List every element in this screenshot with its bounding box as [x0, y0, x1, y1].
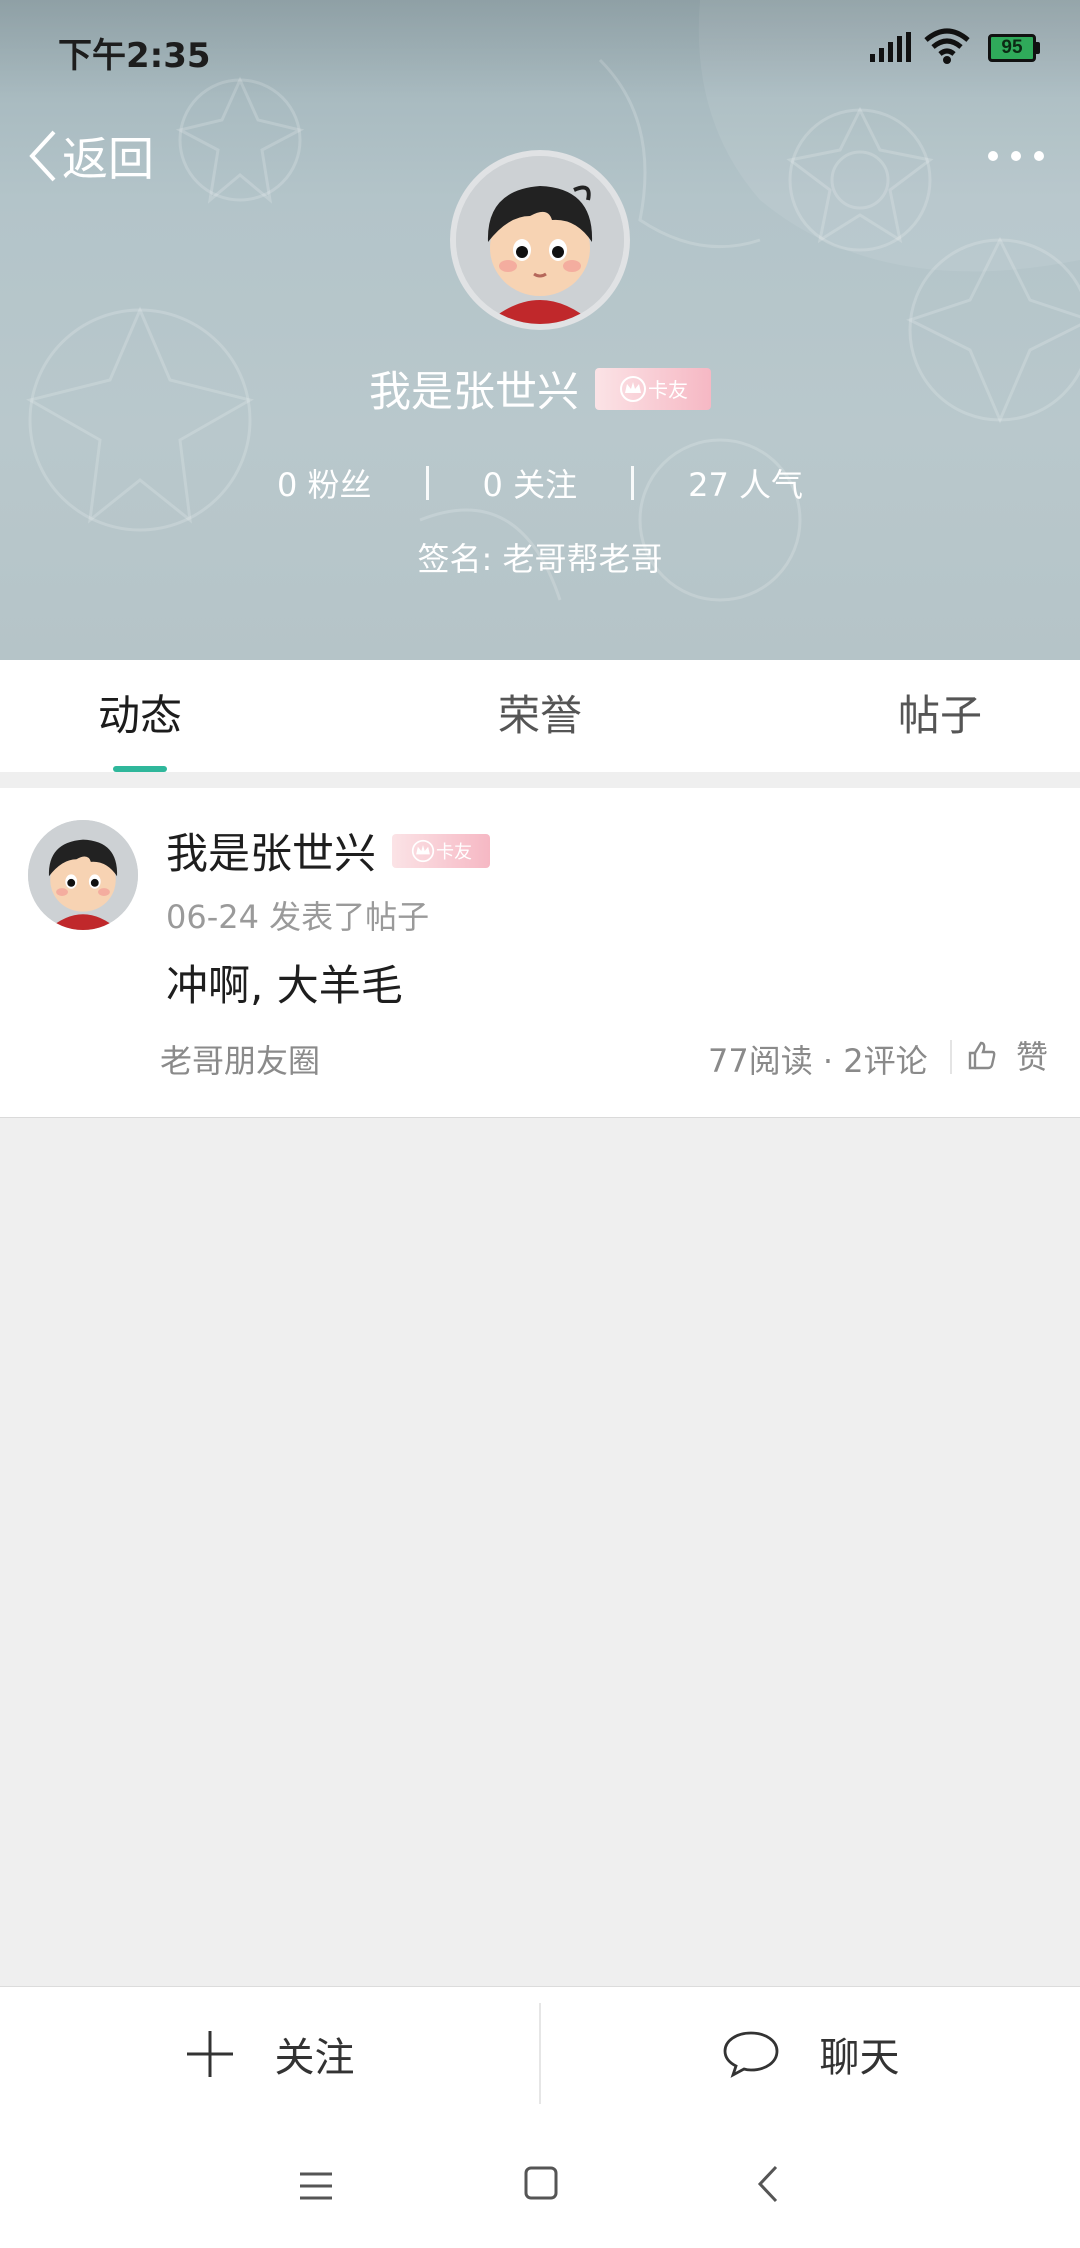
battery-icon: 95: [988, 34, 1036, 62]
stat-divider: [631, 466, 635, 500]
like-button[interactable]: 赞: [966, 1032, 1048, 1078]
tab-label: 荣誉: [497, 691, 582, 740]
chat-label: 聊天: [819, 2034, 900, 2081]
active-tab-indicator: [113, 766, 167, 772]
tab-honors[interactable]: 荣誉: [400, 660, 680, 772]
avatar-illustration: [456, 156, 624, 324]
post-author-avatar[interactable]: [28, 820, 138, 930]
profile-name: 我是张世兴: [368, 367, 579, 416]
follow-button[interactable]: 关注: [0, 1987, 539, 2120]
more-icon[interactable]: [988, 146, 1044, 166]
status-bar: 下午2:35 95: [0, 0, 1080, 100]
chat-button[interactable]: 聊天: [541, 1987, 1080, 2120]
crown-icon: [620, 375, 646, 402]
tab-label: 帖子: [897, 691, 982, 740]
profile-signature: 签名: 老哥帮老哥: [417, 540, 663, 578]
back-label: 返回: [62, 132, 154, 186]
member-badge: 卡友: [595, 367, 711, 410]
stat-divider: [425, 466, 429, 500]
back-chevron-icon: [29, 130, 56, 182]
wifi-icon: [924, 28, 970, 64]
post-divider: [950, 1040, 952, 1074]
profile-tabs: 动态 荣誉 帖子: [0, 660, 1080, 772]
popularity-count: 27 人气: [688, 466, 803, 504]
like-label: 赞: [1016, 1038, 1049, 1076]
member-badge: 卡友: [392, 833, 491, 868]
profile-name-row: 我是张世兴 卡友: [0, 358, 1080, 419]
nav-home-icon[interactable]: [524, 2166, 558, 2200]
member-badge-label: 卡友: [436, 841, 473, 863]
nav-menu-icon[interactable]: [298, 2170, 334, 2202]
fans-count[interactable]: 0 粉丝: [223, 460, 426, 506]
profile-header: 下午2:35 95 返回 我是张世兴 卡友 0 粉丝 0 关注 27 人气 签名…: [0, 0, 1080, 660]
post-content[interactable]: 冲啊, 大羊毛: [166, 952, 403, 1013]
back-button[interactable]: 返回: [26, 126, 154, 186]
profile-stats: 0 粉丝 0 关注 27 人气: [0, 460, 1080, 506]
tab-activity[interactable]: 动态: [0, 660, 400, 772]
post-stats: 77阅读 · 2评论: [708, 1042, 928, 1080]
system-nav-bar: [0, 2120, 1080, 2248]
status-time: 下午2:35: [58, 36, 211, 76]
feed-item[interactable]: 我是张世兴 卡友 06-24 发表了帖子 冲啊, 大羊毛 老哥朋友圈 77阅读 …: [0, 788, 1080, 1118]
profile-avatar[interactable]: [450, 150, 630, 330]
crown-icon: [411, 839, 435, 862]
nav-back-icon[interactable]: [756, 2164, 780, 2204]
post-author-name[interactable]: 我是张世兴: [166, 820, 376, 881]
post-author-row: 我是张世兴 卡友: [166, 820, 491, 881]
plus-icon: [186, 2030, 233, 2077]
tab-label: 动态: [97, 691, 182, 740]
post-circle-link[interactable]: 老哥朋友圈: [160, 1036, 320, 1082]
thumbs-up-icon: [968, 1041, 996, 1070]
tab-posts[interactable]: 帖子: [680, 660, 1080, 772]
battery-tip: [1036, 42, 1040, 54]
signal-icon: [870, 32, 911, 62]
chat-bubble-icon: [723, 2031, 778, 2078]
follow-label: 关注: [274, 2034, 355, 2081]
avatar-illustration: [28, 820, 138, 930]
following-count[interactable]: 0 关注: [429, 460, 632, 506]
post-meta: 06-24 发表了帖子: [166, 898, 430, 936]
bottom-action-bar: 关注 聊天: [0, 1986, 1080, 2120]
member-badge-label: 卡友: [648, 378, 688, 402]
